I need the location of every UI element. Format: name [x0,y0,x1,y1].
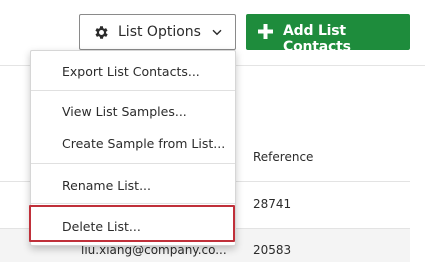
menu-divider [31,203,235,204]
menu-item-rename-list[interactable]: Rename List... [31,171,235,201]
list-options-button[interactable]: List Options [79,14,236,50]
menu-item-label: Rename List... [62,178,152,193]
menu-item-label: Create Sample from List... [62,136,226,151]
list-options-menu: Export List Contacts... View List Sample… [30,50,236,246]
menu-item-export-list-contacts[interactable]: Export List Contacts... [31,57,235,87]
add-list-contacts-button[interactable]: Add List Contacts [246,14,410,55]
menu-item-delete-list[interactable]: Delete List... [31,212,235,242]
menu-item-view-list-samples[interactable]: View List Samples... [31,97,235,127]
chevron-down-icon [212,29,222,36]
menu-item-label: View List Samples... [62,104,187,119]
menu-item-label: Export List Contacts... [62,64,200,79]
menu-item-create-sample-from-list[interactable]: Create Sample from List... [31,129,235,159]
menu-divider [31,163,235,164]
plus-icon [258,24,273,39]
column-header-reference[interactable]: Reference [253,150,313,164]
add-list-contacts-label: Add List Contacts [283,23,351,55]
menu-divider [31,90,235,91]
list-options-label: List Options [118,24,201,40]
gear-icon [95,26,108,39]
menu-item-label: Delete List... [62,219,141,234]
table-cell-reference: 20583 [253,243,292,257]
table-cell-reference: 28741 [253,197,292,211]
